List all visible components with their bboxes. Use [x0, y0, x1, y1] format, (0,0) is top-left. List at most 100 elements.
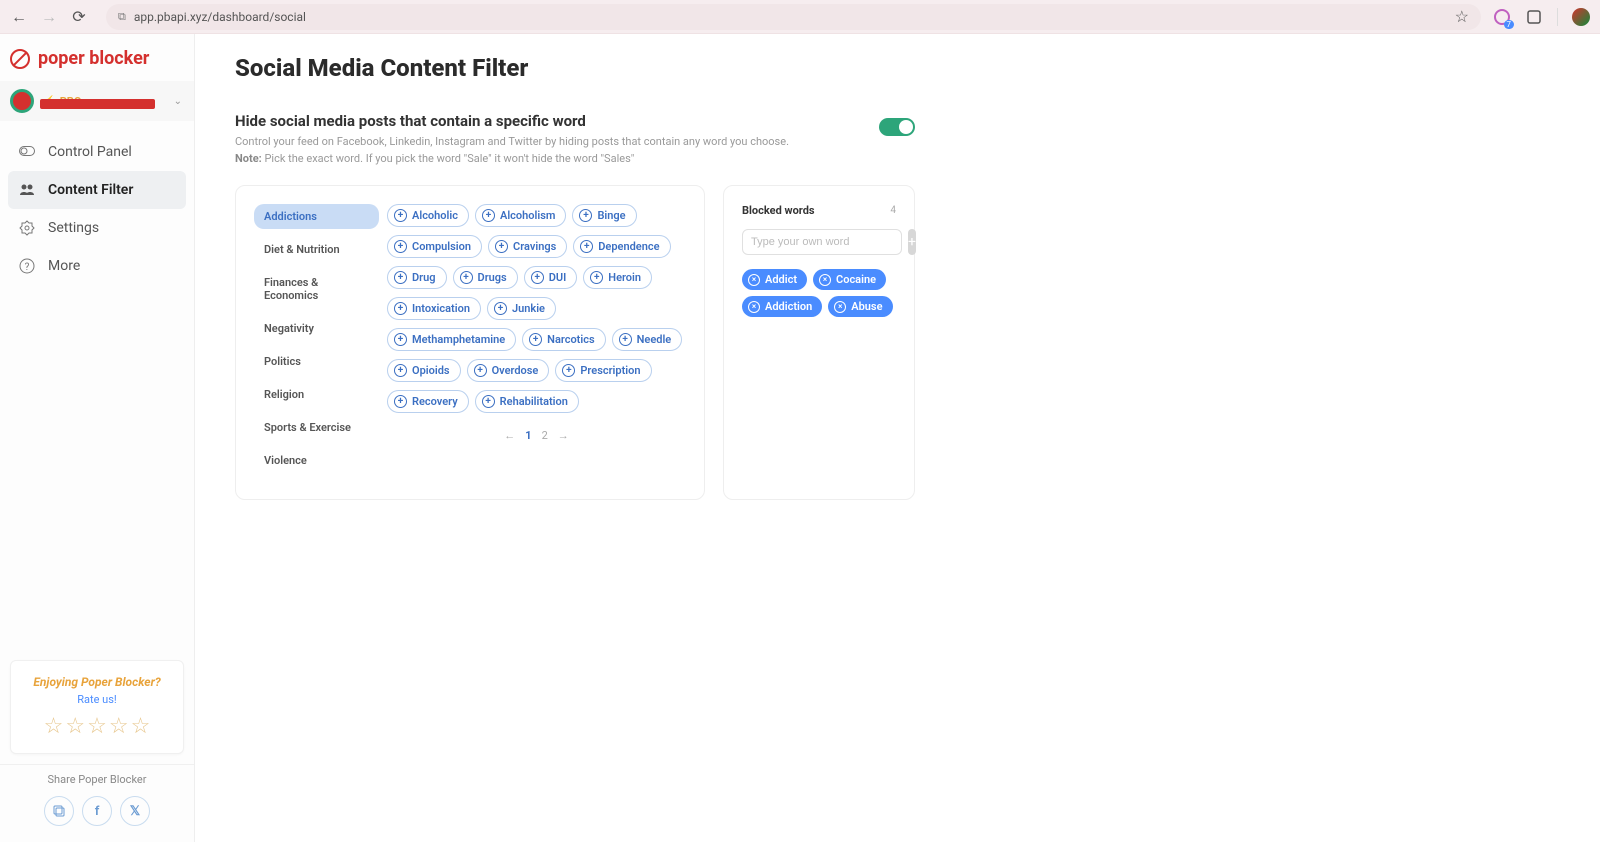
site-info-icon[interactable]: ⧉ — [118, 10, 126, 24]
word-label: Binge — [597, 209, 625, 222]
question-icon: ? — [18, 257, 36, 275]
word-label: Opioids — [412, 364, 450, 377]
profile-avatar[interactable] — [1572, 8, 1590, 26]
pager-prev[interactable]: ← — [504, 429, 515, 442]
star-icon[interactable]: ☆ — [131, 714, 151, 739]
suggested-word-pill[interactable]: +DUI — [524, 266, 578, 289]
word-label: Heroin — [608, 271, 641, 284]
remove-icon: × — [748, 301, 760, 313]
suggested-word-pill[interactable]: +Drugs — [453, 266, 518, 289]
remove-icon: × — [748, 274, 760, 286]
suggested-word-pill[interactable]: + Prescription — [555, 359, 651, 382]
category-item[interactable]: Violence — [254, 448, 379, 473]
redacted-email — [40, 99, 155, 109]
category-item[interactable]: Negativity — [254, 316, 379, 341]
plus-icon: + — [394, 209, 407, 222]
bookmark-star-icon[interactable]: ☆ — [1455, 7, 1469, 26]
blocked-word-input[interactable] — [742, 229, 902, 255]
star-icon[interactable]: ☆ — [87, 714, 107, 739]
suggested-word-pill[interactable]: +Needle — [612, 328, 683, 351]
suggested-word-pill[interactable]: +Methamphetamine — [387, 328, 516, 351]
pager-next[interactable]: → — [558, 429, 569, 442]
suggested-word-pill[interactable]: +Dependence — [573, 235, 670, 258]
plus-icon: + — [590, 271, 603, 284]
blocked-word-pill[interactable]: × Addiction — [742, 296, 822, 317]
word-label: Recovery — [412, 395, 458, 408]
hero-note-label: Note: — [235, 152, 262, 165]
word-label: Prescription — [580, 364, 640, 377]
category-item[interactable]: Politics — [254, 349, 379, 374]
rate-link[interactable]: Rate us! — [21, 693, 173, 706]
suggested-word-pill[interactable]: +Alcoholism — [475, 204, 566, 227]
word-label: Overdose — [492, 364, 539, 377]
account-switcher[interactable]: PRO ⌄ — [0, 81, 194, 121]
plus-icon: + — [562, 364, 575, 377]
star-icon[interactable]: ☆ — [65, 714, 85, 739]
divider — [1557, 8, 1558, 26]
plus-icon: + — [529, 333, 542, 346]
category-item[interactable]: Diet & Nutrition — [254, 237, 379, 262]
sidebar-item-settings[interactable]: Settings — [8, 209, 186, 247]
remove-icon: × — [819, 274, 831, 286]
extensions-puzzle-icon[interactable] — [1525, 8, 1543, 26]
rate-us-card: Enjoying Poper Blocker? Rate us! ☆ ☆ ☆ ☆… — [10, 660, 184, 754]
suggested-word-pill[interactable]: +Intoxication — [387, 297, 481, 320]
sidebar-item-content-filter[interactable]: Content Filter — [8, 171, 186, 209]
suggested-word-pill[interactable]: +Narcotics — [522, 328, 605, 351]
suggested-word-pill[interactable]: + Compulsion — [387, 235, 482, 258]
word-label: Compulsion — [412, 240, 471, 253]
star-icon[interactable]: ☆ — [109, 714, 129, 739]
reload-icon[interactable]: ⟳ — [70, 8, 88, 26]
blocked-words-list: ×Addict×Cocaine×Addiction×Abuse — [742, 269, 896, 317]
suggested-word-pill[interactable]: +Rehabilitation — [475, 390, 579, 413]
sidebar-item-label: Control Panel — [48, 144, 132, 160]
category-item[interactable]: Religion — [254, 382, 379, 407]
logo-icon — [10, 49, 30, 69]
x-share-button[interactable]: 𝕏 — [120, 796, 150, 826]
word-label: Drug — [412, 271, 436, 284]
hero-title: Hide social media posts that contain a s… — [235, 112, 789, 130]
word-label: Alcoholism — [500, 209, 555, 222]
forward-icon[interactable]: → — [40, 8, 58, 26]
feature-toggle[interactable] — [879, 118, 915, 136]
plus-icon: + — [394, 302, 407, 315]
facebook-share-button[interactable]: f — [82, 796, 112, 826]
suggested-word-pill[interactable]: +Drug — [387, 266, 447, 289]
pager-page-1[interactable]: 1 — [525, 429, 531, 442]
suggested-word-pill[interactable]: +Opioids — [387, 359, 461, 382]
plus-icon: + — [394, 240, 407, 253]
blocked-word-pill[interactable]: ×Abuse — [828, 296, 892, 317]
suggested-word-pill[interactable]: +Recovery — [387, 390, 469, 413]
word-label: Addiction — [765, 300, 812, 313]
suggested-word-pill[interactable]: + Heroin — [583, 266, 652, 289]
chevron-down-icon: ⌄ — [174, 96, 182, 107]
back-icon[interactable]: ← — [10, 8, 28, 26]
suggested-word-pill[interactable]: + Alcoholic — [387, 204, 469, 227]
extension-icon[interactable]: 7 — [1493, 8, 1511, 26]
category-item[interactable]: Addictions — [254, 204, 379, 229]
url-bar[interactable]: ⧉ app.pbapi.xyz/dashboard/social ☆ — [106, 4, 1481, 30]
suggested-word-pill[interactable]: +Junkie — [487, 297, 556, 320]
blocked-word-pill[interactable]: × Cocaine — [813, 269, 886, 290]
logo[interactable]: poper blocker — [0, 34, 194, 81]
plus-icon: + — [579, 209, 592, 222]
word-label: Alcoholic — [412, 209, 458, 222]
hero-note-text: Pick the exact word. If you pick the wor… — [264, 152, 634, 165]
sidebar-item-control-panel[interactable]: Control Panel — [8, 133, 186, 171]
suggested-word-pill[interactable]: +Overdose — [467, 359, 550, 382]
star-icon[interactable]: ☆ — [44, 714, 64, 739]
sidebar-item-more[interactable]: ? More — [8, 247, 186, 285]
suggested-word-pill[interactable]: + Binge — [572, 204, 636, 227]
copy-link-button[interactable] — [44, 796, 74, 826]
category-item[interactable]: Finances & Economics — [254, 270, 379, 308]
add-word-button[interactable]: + — [908, 229, 916, 255]
word-label: Drugs — [478, 271, 507, 284]
word-label: Dependence — [598, 240, 659, 253]
suggested-word-pill[interactable]: +Cravings — [488, 235, 567, 258]
share-label: Share Poper Blocker — [0, 773, 194, 786]
pager-page-2[interactable]: 2 — [542, 429, 548, 442]
blocked-word-pill[interactable]: ×Addict — [742, 269, 807, 290]
main-content: Social Media Content Filter Hide social … — [195, 34, 1600, 842]
category-item[interactable]: Sports & Exercise — [254, 415, 379, 440]
word-label: Cocaine — [836, 273, 876, 286]
